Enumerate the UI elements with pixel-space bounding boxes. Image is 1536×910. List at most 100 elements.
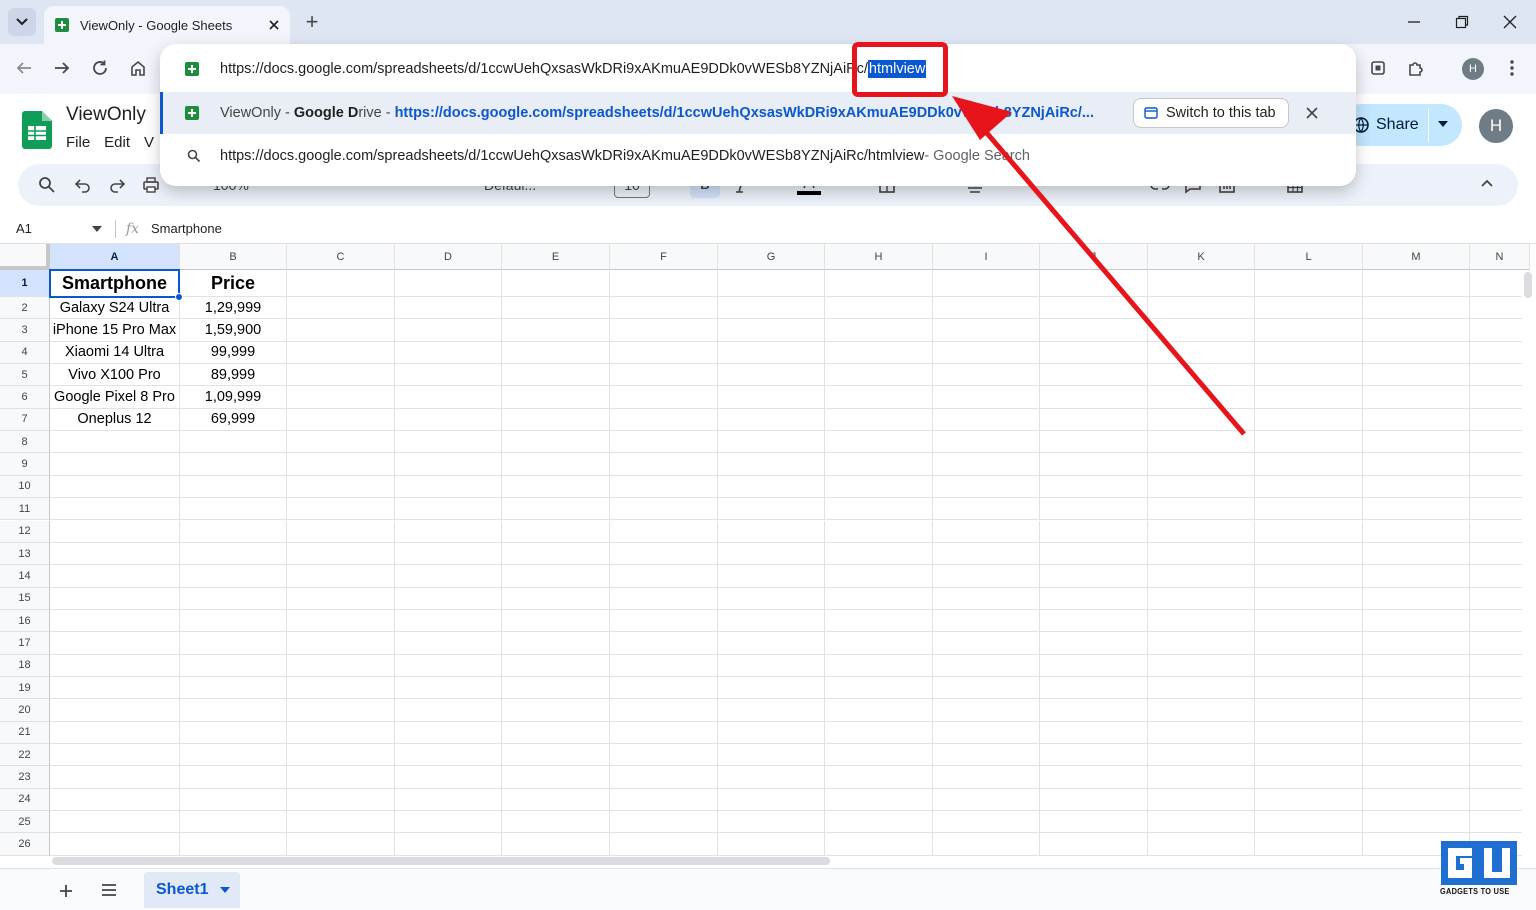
collapse-toolbar-icon[interactable] [1480,178,1494,188]
table-cell[interactable] [718,587,825,610]
row-header[interactable]: 18 [0,654,50,677]
table-cell[interactable] [610,587,718,610]
table-cell[interactable] [180,744,287,767]
table-cell[interactable] [825,609,933,633]
table-cell[interactable] [1470,811,1530,834]
table-cell[interactable]: Vivo X100 Pro [50,364,180,387]
table-cell[interactable] [502,498,610,521]
row-header[interactable]: 7 [0,408,50,432]
table-cell[interactable] [287,632,395,655]
table-cell[interactable] [50,431,180,454]
table-cell[interactable] [1363,408,1470,432]
table-cell[interactable] [718,498,825,521]
table-cell[interactable] [502,654,610,677]
table-cell[interactable] [180,721,287,744]
new-tab-button[interactable]: + [300,9,324,34]
table-cell[interactable] [1470,721,1530,744]
table-cell[interactable] [502,788,610,812]
table-cell[interactable] [1470,498,1530,521]
url-text[interactable]: https://docs.google.com/spreadsheets/d/1… [220,61,868,77]
table-cell[interactable] [395,676,502,700]
table-cell[interactable] [610,676,718,700]
table-cell[interactable] [933,654,1040,677]
table-cell[interactable] [1148,565,1255,588]
table-cell[interactable] [1040,475,1148,499]
table-cell[interactable] [287,520,395,543]
table-cell[interactable] [502,453,610,476]
table-cell[interactable] [1255,319,1363,342]
table-cell[interactable] [610,386,718,409]
table-cell[interactable] [50,654,180,677]
table-cell[interactable] [610,453,718,476]
table-cell[interactable] [287,811,395,834]
table-cell[interactable] [610,270,718,297]
table-cell[interactable] [395,587,502,610]
row-header[interactable]: 19 [0,676,50,700]
table-cell[interactable]: Oneplus 12 [50,408,180,432]
table-cell[interactable] [1255,609,1363,633]
table-cell[interactable] [718,744,825,767]
table-cell[interactable] [1363,766,1470,789]
table-cell[interactable] [1040,721,1148,744]
account-avatar[interactable]: H [1479,109,1513,143]
table-cell[interactable]: Xiaomi 14 Ultra [50,341,180,365]
table-cell[interactable] [50,744,180,767]
table-cell[interactable] [50,788,180,812]
table-cell[interactable] [1040,654,1148,677]
table-cell[interactable] [180,788,287,812]
table-cell[interactable] [1040,609,1148,633]
table-cell[interactable] [502,676,610,700]
table-cell[interactable]: 1,29,999 [180,297,287,320]
table-cell[interactable] [287,609,395,633]
table-cell[interactable] [50,587,180,610]
table-cell[interactable] [502,744,610,767]
restore-button[interactable] [1452,12,1472,32]
table-cell[interactable] [1148,498,1255,521]
table-cell[interactable] [287,654,395,677]
table-cell[interactable] [1148,609,1255,633]
table-cell[interactable] [718,609,825,633]
table-cell[interactable] [395,833,502,856]
table-cell[interactable] [1040,542,1148,566]
table-cell[interactable]: 69,999 [180,408,287,432]
table-cell[interactable] [1148,788,1255,812]
table-cell[interactable] [50,721,180,744]
table-cell[interactable] [933,766,1040,789]
table-cell[interactable] [1363,498,1470,521]
table-cell[interactable] [1363,721,1470,744]
table-cell[interactable] [610,319,718,342]
table-cell[interactable] [1363,788,1470,812]
table-cell[interactable] [1255,431,1363,454]
table-cell[interactable] [1255,632,1363,655]
table-cell[interactable] [1470,632,1530,655]
table-cell[interactable] [180,811,287,834]
row-header[interactable]: 23 [0,766,50,789]
profile-avatar[interactable]: H [1462,58,1484,80]
table-cell[interactable] [395,270,502,297]
tab-list-button[interactable] [8,8,36,36]
table-cell[interactable]: iPhone 15 Pro Max [50,319,180,342]
row-header[interactable]: 22 [0,744,50,767]
table-cell[interactable] [502,721,610,744]
table-cell[interactable] [1255,408,1363,432]
table-cell[interactable] [610,364,718,387]
table-cell[interactable] [1040,833,1148,856]
table-cell[interactable] [287,721,395,744]
table-cell[interactable] [825,498,933,521]
table-cell[interactable] [50,676,180,700]
table-cell[interactable] [933,632,1040,655]
table-cell[interactable] [610,766,718,789]
table-cell[interactable] [1255,833,1363,856]
table-cell[interactable] [1255,297,1363,320]
row-header[interactable]: 11 [0,498,50,521]
table-cell[interactable] [825,744,933,767]
table-cell[interactable] [825,788,933,812]
table-cell[interactable] [180,498,287,521]
table-cell[interactable] [718,408,825,432]
table-cell[interactable] [825,386,933,409]
table-cell[interactable] [1470,319,1530,342]
column-header-a[interactable]: A [50,244,180,270]
table-cell[interactable] [287,542,395,566]
row-header[interactable]: 25 [0,811,50,834]
table-cell[interactable] [825,520,933,543]
